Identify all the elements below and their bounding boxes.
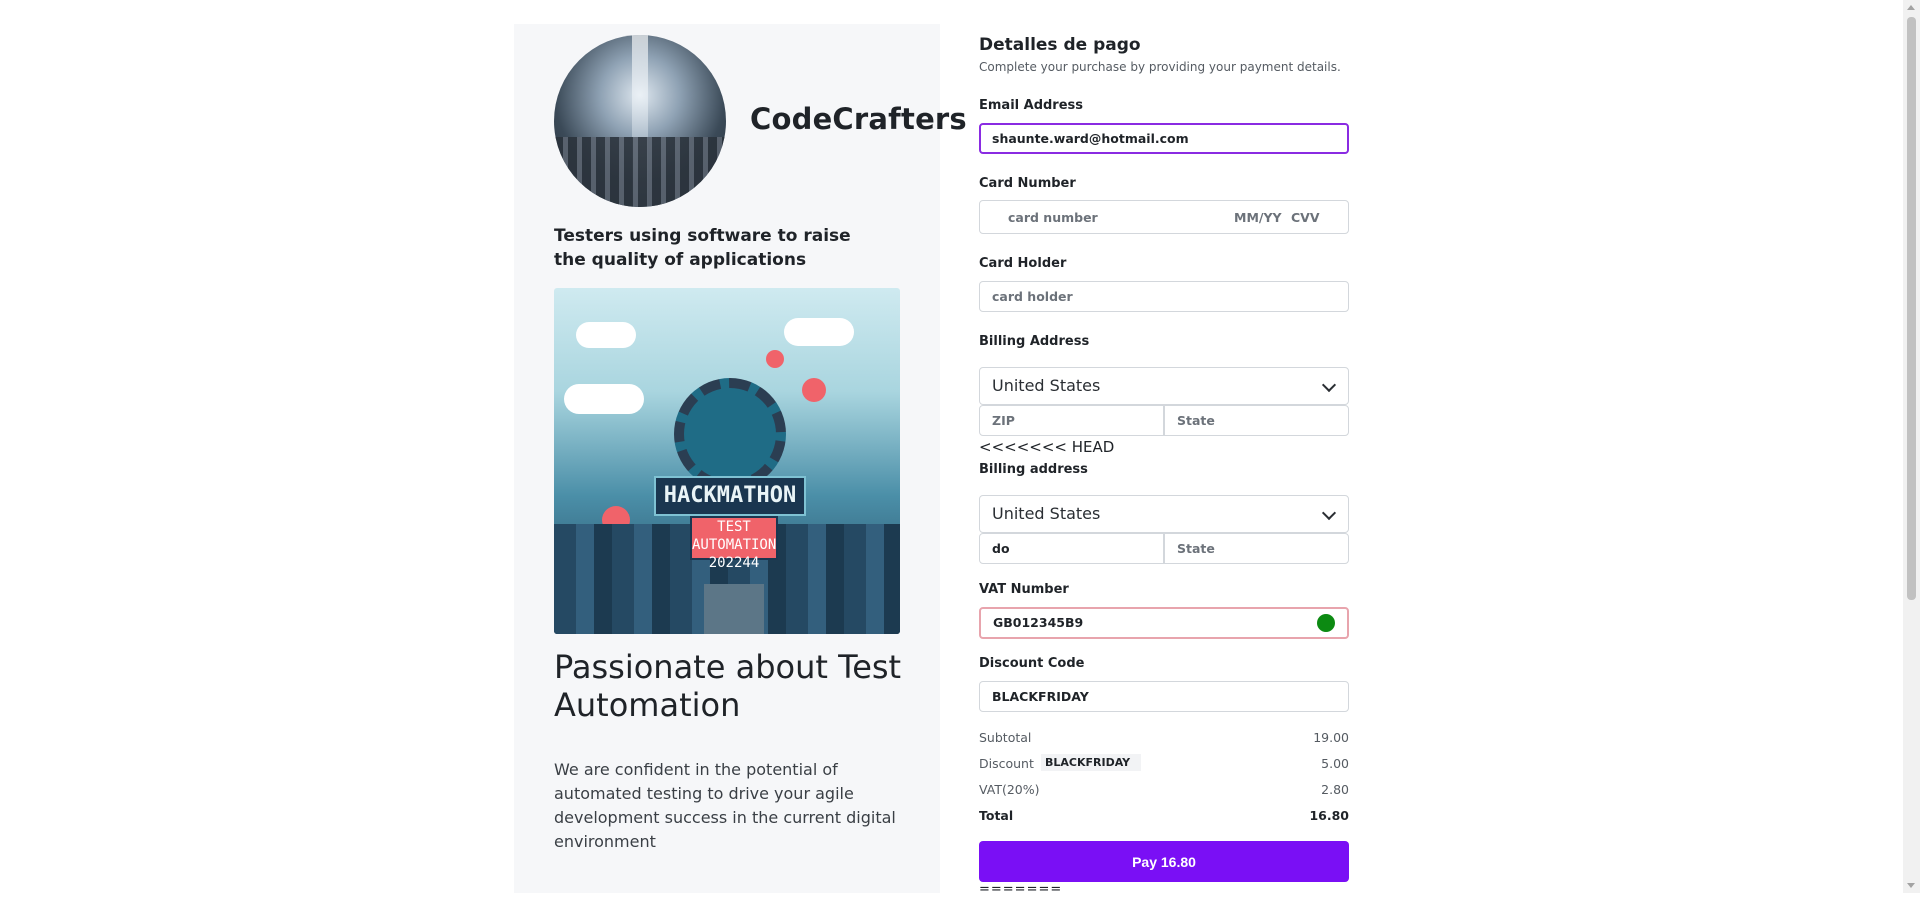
subtotal-value: 19.00 [1313,730,1349,745]
chevron-down-icon [1321,377,1337,393]
poster-banner: HACKMATHON [654,476,806,516]
card-holder-input[interactable]: card holder [979,281,1349,312]
form-subtitle: Complete your purchase by providing your… [979,60,1341,74]
vat-value: GB012345B9 [993,615,1084,630]
email-field[interactable]: shaunte.ward@hotmail.com [979,123,1349,154]
billing-country-value-2: United States [992,504,1101,523]
brand-panel: CodeCrafters Testers using software to r… [514,24,967,893]
chevron-down-icon [1321,505,1337,521]
billing-country-select[interactable]: United States [979,367,1349,405]
billing-country-select-2[interactable]: United States [979,495,1349,533]
company-name: CodeCrafters [750,102,967,136]
gear-icon [674,378,786,490]
form-title: Detalles de pago [979,35,1141,55]
cloud-shape [784,318,854,346]
billing-address-label-2: Billing address [979,462,1088,477]
card-number-label: Card Number [979,176,1076,191]
email-label: Email Address [979,98,1084,113]
card-holder-label: Card Holder [979,256,1067,271]
headline: Passionate about Test Automation [554,648,902,724]
card-number-group: card number MM/YY CVV [979,200,1349,234]
company-avatar [554,35,726,207]
billing-state-input-2[interactable]: State [1164,533,1349,564]
card-cvv-input[interactable]: CVV [1291,210,1320,225]
poster-road [704,584,764,634]
pay-button[interactable]: Pay 16.80 [979,841,1349,882]
poster-sign: TEST AUTOMATION 202244 [690,516,778,571]
vat-input[interactable]: GB012345B9 [979,607,1349,639]
billing-zip-input[interactable]: ZIP [979,405,1164,436]
billing-zip-input-2[interactable]: do [979,533,1164,564]
discount-label: Discount Code [979,656,1085,671]
discount-value: 5.00 [1321,756,1349,771]
discount-row-label: Discount [979,756,1034,771]
discount-row: Discount BLACKFRIDAY 5.00 [979,754,1349,771]
billing-state-input[interactable]: State [1164,405,1349,436]
valid-status-icon [1317,614,1335,632]
merge-conflict-marker: <<<<<<< HEAD [979,438,1115,456]
vat-row: VAT(20%) 2.80 [979,782,1349,797]
scroll-up-arrow-icon[interactable] [1907,5,1915,10]
page-scrollbar[interactable] [1903,0,1920,893]
cloud-shape [576,322,636,348]
company-blurb: We are confident in the potential of aut… [554,760,896,851]
avatar-crowd [554,137,726,207]
vat-label: VAT Number [979,582,1069,597]
total-value: 16.80 [1309,808,1349,823]
card-number-input[interactable]: card number [1008,210,1098,225]
card-expiry-input[interactable]: MM/YY [1234,210,1282,225]
subtotal-label: Subtotal [979,730,1032,745]
scrollbar-thumb[interactable] [1907,17,1916,600]
total-label: Total [979,808,1014,823]
subtotal-row: Subtotal 19.00 [979,730,1349,745]
cloud-shape [564,384,644,414]
discount-code-input[interactable]: BLACKFRIDAY [979,681,1349,712]
company-tagline: Testers using software to raise the qual… [554,226,851,270]
billing-address-label: Billing Address [979,334,1090,349]
merge-conflict-separator: ======= [979,882,1063,897]
total-row: Total 16.80 [979,808,1349,823]
hackathon-poster-image: HACKMATHON TEST AUTOMATION 202244 [554,288,900,634]
marker-dot [766,350,784,368]
vat-amount: 2.80 [1321,782,1349,797]
discount-code-chip: BLACKFRIDAY [1041,754,1141,771]
scroll-down-arrow-icon[interactable] [1907,883,1915,888]
marker-dot [802,378,826,402]
vat-row-label: VAT(20%) [979,782,1040,797]
billing-country-value: United States [992,376,1101,395]
